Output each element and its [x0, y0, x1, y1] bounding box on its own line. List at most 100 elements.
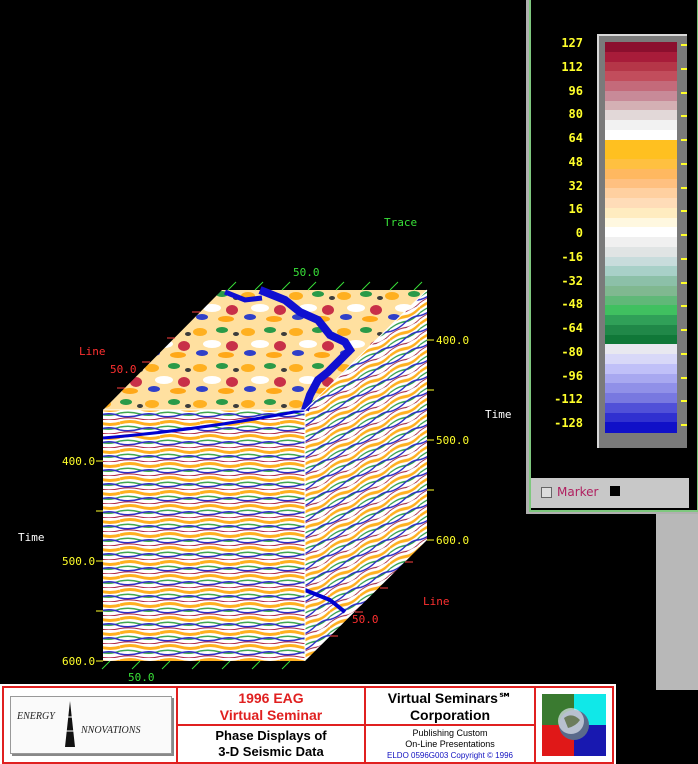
colorbar-tick	[681, 424, 687, 426]
colorbar-swatch	[605, 139, 677, 150]
colorbar-swatch	[605, 334, 677, 345]
colorbar-swatch	[605, 266, 677, 277]
colorbar-swatch	[605, 168, 677, 179]
colorbar-label: 80	[568, 107, 583, 122]
trace-tick-bottom: 50.0	[128, 671, 155, 684]
colorbar-label: 16	[568, 202, 583, 217]
colorbar-swatch	[605, 71, 677, 82]
vs-logo-box	[534, 686, 614, 764]
banner: ENERGY NNOVATIONS 1996 EAG Virtual Semin…	[0, 684, 616, 764]
colorbar-label: -16	[561, 249, 583, 264]
marker-row[interactable]: Marker	[531, 478, 689, 508]
colorbar-swatch	[605, 422, 677, 433]
eag-box: 1996 EAG Virtual Seminar	[176, 686, 366, 726]
seismic-cube-viewport[interactable]: Trace 50.0 Line 50.0 400.0 Time 500.0 60…	[0, 0, 520, 684]
colorbar-tick	[681, 67, 687, 70]
eag-subtitle: Virtual Seminar	[219, 707, 323, 723]
colorbar-swatch	[605, 402, 677, 413]
colorbar-swatch	[605, 90, 677, 101]
colorbar-label: -112	[554, 392, 583, 407]
colorbar-label: -128	[554, 416, 583, 430]
colorbar-label: 64	[568, 131, 583, 145]
colorbar-tick	[681, 281, 687, 284]
colorbar-swatch	[605, 188, 677, 199]
line-axis-label-right: Line	[423, 595, 450, 608]
colorbar-swatch	[605, 227, 677, 238]
background-panel	[656, 514, 698, 690]
vs-title: Virtual Seminars℠	[387, 690, 513, 706]
vs-subtitle: Corporation	[409, 707, 491, 723]
line-tick-top: 50.0	[110, 363, 137, 376]
colorbar-label: 112	[561, 59, 583, 74]
trace-tick-top: 50.0	[293, 266, 320, 279]
colorbar-panel: 127 112 96 80 64 48 32 16 0 -16 -32 -48 -64 -80 -96 -11…	[531, 0, 689, 478]
colorbar-swatch	[605, 373, 677, 384]
energy-innovations-logo: ENERGY NNOVATIONS	[10, 696, 172, 754]
vs-box: Virtual Seminars℠ Corporation	[364, 686, 536, 726]
logo-text-innovations: NNOVATIONS	[81, 725, 141, 736]
colorbar-tick	[681, 305, 687, 308]
colorbar-label: 32	[568, 178, 583, 193]
phase-title: Phase Displays of	[215, 728, 327, 743]
colorbar-swatch	[605, 100, 677, 111]
colorbar-label: -48	[561, 297, 583, 312]
colorbar-tick	[681, 139, 687, 141]
colorbar-swatch	[605, 393, 677, 404]
colorbar-label: 48	[568, 154, 583, 169]
time-tick-right-500: 500.0	[436, 434, 470, 447]
logo-text-energy: ENERGY	[17, 711, 55, 722]
colorbar-swatch	[605, 412, 677, 423]
marker-label: Marker	[557, 485, 599, 499]
colorbar-tick	[681, 91, 687, 94]
marker-color-swatch[interactable]	[610, 486, 620, 496]
colorbar-swatch	[605, 383, 677, 394]
colorbar-tick	[681, 234, 687, 236]
colorbar-scale[interactable]	[605, 42, 677, 433]
line-tick-bottom: 50.0	[352, 613, 379, 626]
colorbar-swatch	[605, 129, 677, 140]
colorbar-swatch	[605, 149, 677, 160]
line-axis-label-left: Line	[79, 345, 106, 358]
colorbar-swatch	[605, 285, 677, 296]
colorbar-swatch	[605, 305, 677, 316]
colorbar-swatch	[605, 61, 677, 72]
phase-box: Phase Displays of 3-D Seismic Data	[176, 724, 366, 764]
colorbar-label: -80	[561, 344, 583, 359]
colorbar-swatch	[605, 198, 677, 209]
colorbar-window: 127 112 96 80 64 48 32 16 0 -16 -32 -48 -64 -80 -96 -11…	[526, 0, 698, 514]
derrick-icon	[65, 701, 75, 747]
time-axis-label-left: Time	[18, 531, 45, 544]
colorbar-tick	[681, 257, 687, 260]
colorbar-tick	[681, 162, 687, 165]
colorbar-swatch	[605, 246, 677, 257]
colorbar-swatch	[605, 217, 677, 228]
colorbar-tick	[681, 115, 687, 118]
colorbar-swatch	[605, 344, 677, 355]
marker-checkbox[interactable]	[541, 487, 552, 498]
energy-innovations-logo-box: ENERGY NNOVATIONS	[2, 686, 178, 764]
time-tick-left-400: 400.0	[62, 455, 96, 468]
colorbar-tick	[681, 400, 687, 403]
colorbar-swatch	[605, 315, 677, 326]
colorbar-swatch	[605, 159, 677, 170]
colorbar-swatch	[605, 276, 677, 287]
colorbar-swatch	[605, 354, 677, 365]
copyright-text: ELDO 0596G003 Copyright © 1996	[387, 751, 513, 760]
time-axis-label-right: Time	[485, 408, 512, 421]
colorbar-swatch	[605, 237, 677, 248]
colorbar-swatch	[605, 81, 677, 92]
colorbar-label: -96	[561, 368, 583, 383]
colorbar-tick	[681, 352, 687, 355]
colorbar-swatch	[605, 120, 677, 131]
phase-subtitle: 3-D Seismic Data	[218, 744, 324, 759]
time-tick-left-500: 500.0	[62, 555, 96, 568]
publishing-line1: Publishing Custom	[412, 728, 488, 738]
colorbar-tick	[681, 329, 687, 331]
colorbar-tick	[681, 210, 687, 213]
time-tick-right-400: 400.0	[436, 334, 470, 347]
colorbar-swatch	[605, 178, 677, 189]
colorbar-swatch	[605, 363, 677, 374]
globe-icon	[542, 694, 606, 756]
colorbar-label: 0	[575, 226, 583, 240]
colorbar-tick	[681, 376, 687, 379]
